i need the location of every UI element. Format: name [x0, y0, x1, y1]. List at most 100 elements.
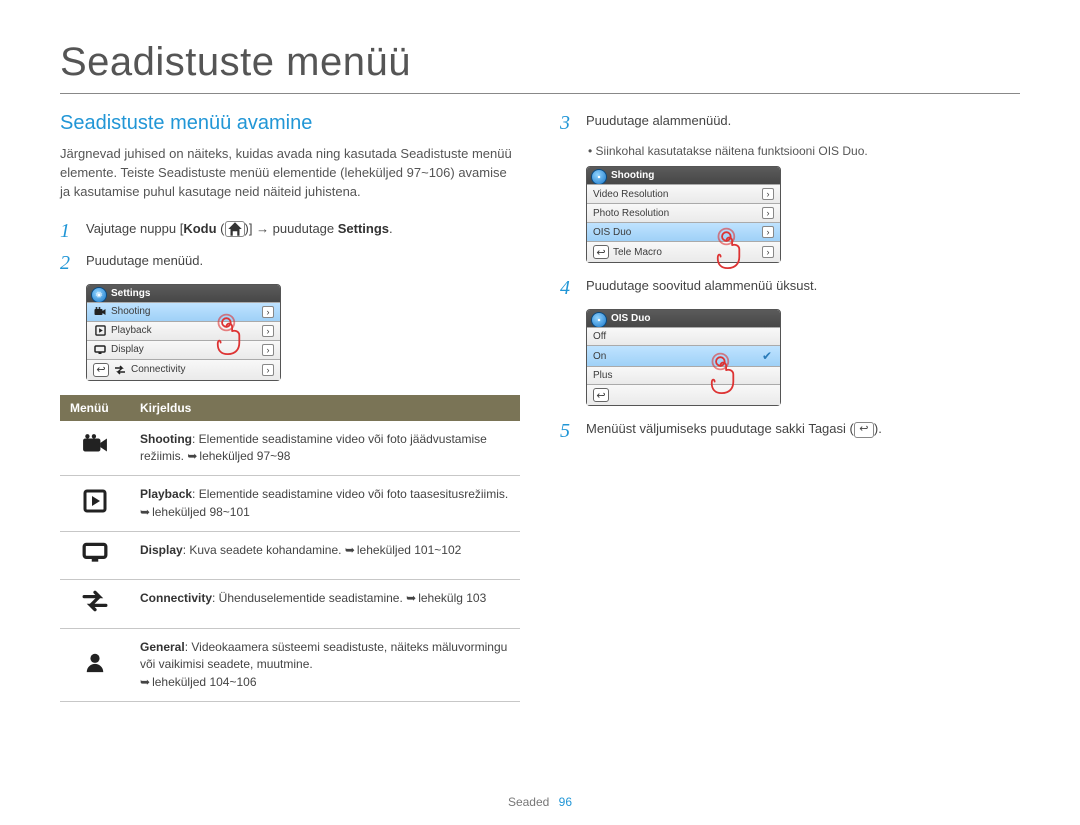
ui-row-photo-res[interactable]: Photo Resolution › — [587, 203, 780, 222]
gear-icon — [591, 312, 607, 328]
step3-text: Puudutage alammenüüd. — [586, 112, 1020, 131]
ui-row-on[interactable]: On ✔ — [587, 345, 780, 366]
ui-shooting-panel: Shooting Video Resolution › Photo Resolu… — [586, 166, 781, 263]
ui-row-connectivity[interactable]: ↩ Connectivity › — [87, 359, 280, 380]
table-row: Playback: Elementide seadistamine video … — [60, 476, 520, 532]
step4-text: Puudutage soovitud alammenüü üksust. — [586, 277, 1020, 296]
step3-sub: Siinkohal kasutatakse näitena funktsioon… — [588, 144, 1020, 158]
ui-row-plus[interactable]: Plus — [587, 366, 780, 384]
row-page: leheküljed 104~106 — [140, 675, 257, 689]
play-icon — [93, 325, 107, 336]
ui-row-off[interactable]: Off — [587, 327, 780, 345]
ui-row-label: Playback — [111, 325, 262, 336]
step1-text-a: Vajutage nuppu [ — [86, 221, 183, 236]
gear-icon — [591, 169, 607, 185]
row-desc: : Kuva seadete kohandamine. — [183, 543, 345, 557]
row-label: Connectivity — [140, 591, 212, 605]
step-number: 2 — [60, 252, 76, 274]
row-desc: : Elementide seadistamine video või foto… — [192, 487, 508, 501]
ui-row-video-res[interactable]: Video Resolution › — [587, 184, 780, 203]
table-row: General: Videokaamera süsteemi seadistus… — [60, 628, 520, 701]
play-icon — [60, 476, 130, 532]
chevron-right-icon: › — [262, 325, 274, 337]
row-page: leheküljed 101~102 — [345, 543, 462, 557]
step1-settings: Settings — [338, 221, 389, 236]
ui-row-label: Shooting — [111, 306, 262, 317]
back-icon[interactable]: ↩ — [593, 388, 609, 402]
step-4: 4 Puudutage soovitud alammenüü üksust. — [560, 277, 1020, 299]
row-label: Display — [140, 543, 183, 557]
display-icon — [60, 532, 130, 580]
th-desc: Kirjeldus — [130, 395, 520, 421]
intro-text: Järgnevad juhised on näiteks, kuidas ava… — [60, 145, 520, 202]
step1-text-d: . — [389, 221, 393, 236]
ui-row-label: Plus — [593, 370, 774, 381]
ui-oisduo-panel: OIS Duo Off On ✔ Plus ↩ — [586, 309, 781, 406]
camera-icon — [60, 421, 130, 476]
menu-description-table: Menüü Kirjeldus Shooting: Elementide sea… — [60, 395, 520, 703]
ui-oisduo-header: OIS Duo — [587, 310, 780, 327]
ui-row-label: Connectivity — [131, 364, 262, 375]
connectivity-icon — [60, 580, 130, 628]
ui-settings-panel: Settings Shooting › Playback › Display ›… — [86, 284, 281, 381]
ui-row-label: OIS Duo — [593, 227, 762, 238]
row-desc: : Videokaamera süsteemi seadistuste, näi… — [140, 640, 507, 671]
ui-row-back[interactable]: ↩ — [587, 384, 780, 405]
step-5: 5 Menüüst väljumiseks puudutage sakki Ta… — [560, 420, 1020, 442]
camera-icon — [93, 307, 107, 317]
th-menu: Menüü — [60, 395, 130, 421]
row-page: leheküljed 97~98 — [187, 449, 290, 463]
user-icon — [60, 628, 130, 701]
chevron-right-icon: › — [262, 364, 274, 376]
row-page: leheküljed 98~101 — [140, 505, 250, 519]
back-icon[interactable]: ↩ — [593, 245, 609, 259]
step-number: 5 — [560, 420, 576, 442]
step1-kodu: Kodu — [183, 221, 216, 236]
ui-row-display[interactable]: Display › — [87, 340, 280, 359]
left-column: Seadistuste menüü avamine Järgnevad juhi… — [60, 112, 520, 702]
connectivity-icon — [113, 365, 127, 375]
step5-text-b: ). — [874, 421, 882, 436]
gear-icon — [91, 287, 107, 303]
step2-text: Puudutage menüüd. — [86, 252, 520, 271]
step-number: 3 — [560, 112, 576, 134]
step1-text-b: ( — [217, 221, 225, 236]
ui-row-label: Tele Macro — [613, 247, 762, 258]
chevron-right-icon: › — [262, 344, 274, 356]
row-page: lehekülg 103 — [406, 591, 486, 605]
footer-page-number: 96 — [559, 795, 572, 809]
page-title: Seadistuste menüü — [60, 40, 1020, 94]
home-icon — [225, 221, 245, 237]
row-label: General — [140, 640, 185, 654]
display-icon — [93, 345, 107, 355]
ui-row-tele-macro[interactable]: ↩ Tele Macro › — [587, 241, 780, 262]
section-title: Seadistuste menüü avamine — [60, 112, 520, 135]
ui-settings-header: Settings — [87, 285, 280, 302]
table-row: Shooting: Elementide seadistamine video … — [60, 421, 520, 476]
step-number: 4 — [560, 277, 576, 299]
chevron-right-icon: › — [762, 226, 774, 238]
chevron-right-icon: › — [762, 246, 774, 258]
ui-shooting-title: Shooting — [611, 170, 654, 181]
row-label: Shooting — [140, 432, 192, 446]
ui-row-playback[interactable]: Playback › — [87, 321, 280, 340]
back-icon: ↩ — [854, 422, 874, 438]
step-2: 2 Puudutage menüüd. — [60, 252, 520, 274]
table-row: Connectivity: Ühenduselementide seadista… — [60, 580, 520, 628]
page-footer: Seaded 96 — [0, 795, 1080, 809]
step-3: 3 Puudutage alammenüüd. — [560, 112, 1020, 134]
ui-row-shooting[interactable]: Shooting › — [87, 302, 280, 321]
row-label: Playback — [140, 487, 192, 501]
ui-shooting-header: Shooting — [587, 167, 780, 184]
chevron-right-icon: › — [262, 306, 274, 318]
ui-row-label: Display — [111, 344, 262, 355]
step-1: 1 Vajutage nuppu [Kodu ()] → puudutage S… — [60, 220, 520, 242]
row-desc: : Ühenduselementide seadistamine. — [212, 591, 406, 605]
ui-row-label: On — [593, 351, 762, 362]
right-column: 3 Puudutage alammenüüd. Siinkohal kasuta… — [560, 112, 1020, 702]
chevron-right-icon: › — [762, 188, 774, 200]
step-number: 1 — [60, 220, 76, 242]
step5-text-a: Menüüst väljumiseks puudutage sakki Taga… — [586, 421, 854, 436]
back-icon[interactable]: ↩ — [93, 363, 109, 377]
ui-row-ois-duo[interactable]: OIS Duo › — [587, 222, 780, 241]
